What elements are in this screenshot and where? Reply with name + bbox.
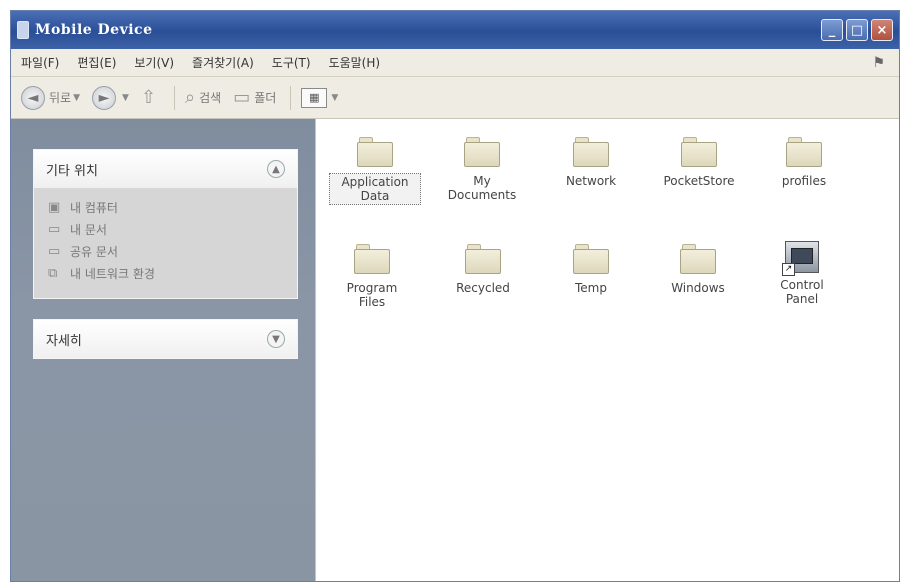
recycle-folder-icon: [465, 244, 501, 274]
folder-icon: [464, 137, 500, 167]
file-name: profiles: [781, 174, 827, 188]
menu-edit[interactable]: 편집(E): [71, 54, 128, 71]
link-my-computer[interactable]: ▣ 내 컴퓨터: [48, 196, 285, 218]
folder-network[interactable]: Network: [541, 137, 641, 189]
folder-icon: [573, 137, 609, 167]
documents-icon: ▭: [48, 221, 61, 237]
link-my-documents[interactable]: ▭ 내 문서: [48, 218, 285, 240]
folder-pocketstore[interactable]: PocketStore: [649, 137, 749, 189]
link-label: 내 컴퓨터: [70, 200, 118, 215]
folders-label: 폴더: [254, 91, 277, 105]
menu-favorites[interactable]: 즐겨찾기(A): [186, 54, 266, 71]
folder-profiles[interactable]: profiles: [754, 137, 854, 189]
file-name: My Documents: [447, 174, 517, 202]
folder-recycled[interactable]: Recycled: [433, 244, 533, 296]
up-arrow-icon: ⇧: [140, 87, 157, 108]
folder-icon: [786, 137, 822, 167]
menu-bar: 파일(F) 편집(E) 보기(V) 즐겨찾기(A) 도구(T) 도움말(H) ⚑: [11, 49, 899, 77]
collapse-chevron-icon[interactable]: ▲: [267, 160, 285, 178]
link-my-network[interactable]: ⧉ 내 네트워크 환경: [48, 262, 285, 284]
folder-icon: [573, 244, 609, 274]
back-button[interactable]: ◄ 뒤로 ▼: [21, 85, 81, 110]
folder-program-files[interactable]: Program Files: [322, 244, 422, 310]
views-button[interactable]: ▦ ▼: [301, 87, 339, 108]
maximize-button[interactable]: □: [846, 19, 868, 41]
toolbar: ◄ 뒤로 ▼ ► ▼ ⇧ ⌕ 검색 ▭ 폴더 ▦ ▼: [11, 77, 899, 119]
menu-view[interactable]: 보기(V): [128, 54, 186, 71]
search-button[interactable]: ⌕ 검색: [185, 87, 221, 108]
back-dropdown-icon: ▼: [73, 92, 81, 103]
toolbar-separator: [174, 85, 176, 110]
folders-icon: ▭: [233, 87, 251, 108]
network-icon: ⧉: [48, 265, 58, 281]
computer-icon: ▣: [48, 199, 61, 215]
file-name: Network: [565, 174, 617, 188]
forward-button[interactable]: ► ▼: [92, 85, 129, 110]
folder-my-documents[interactable]: My Documents: [432, 137, 532, 203]
window-title: Mobile Device: [35, 22, 153, 38]
mobile-device-icon: [17, 21, 29, 39]
search-label: 검색: [199, 91, 222, 105]
forward-arrow-icon: ►: [92, 85, 117, 110]
folder-icon: [357, 137, 393, 167]
details-panel: 자세히 ▼: [33, 319, 298, 359]
file-name: PocketStore: [663, 174, 735, 188]
task-pane: 기타 위치 ▲ ▣ 내 컴퓨터 ▭ 내 문서 ▭ 공유 문서 ⧉ 내 네트워크 …: [11, 119, 315, 581]
folder-icon: [681, 137, 717, 167]
file-name: Program Files: [346, 281, 398, 309]
search-icon: ⌕: [185, 87, 196, 108]
file-name: Application Data: [329, 173, 421, 205]
menu-help[interactable]: 도움말(H): [323, 54, 393, 71]
file-view: Application Data My Documents Network Po…: [315, 119, 899, 581]
expand-chevron-icon[interactable]: ▼: [267, 330, 285, 348]
file-name: Recycled: [456, 281, 510, 295]
link-label: 내 네트워크 환경: [70, 266, 155, 281]
other-places-panel: 기타 위치 ▲ ▣ 내 컴퓨터 ▭ 내 문서 ▭ 공유 문서 ⧉ 내 네트워크 …: [33, 149, 298, 299]
title-bar[interactable]: Mobile Device _ □ ×: [11, 11, 899, 49]
link-label: 공유 문서: [70, 244, 118, 259]
explorer-window: Mobile Device _ □ × 파일(F) 편집(E) 보기(V) 즐겨…: [10, 10, 900, 582]
menu-file[interactable]: 파일(F): [15, 54, 71, 71]
other-places-title: 기타 위치: [46, 163, 98, 179]
folder-icon: [354, 244, 390, 274]
file-name: Control Panel: [780, 278, 824, 306]
file-name: Windows: [671, 281, 725, 295]
up-folder-button[interactable]: ⇧: [141, 87, 160, 108]
folder-application-data[interactable]: Application Data: [325, 137, 425, 205]
shortcut-arrow-icon: ↗: [782, 263, 795, 276]
close-button[interactable]: ×: [871, 19, 893, 41]
link-shared-documents[interactable]: ▭ 공유 문서: [48, 240, 285, 262]
views-icon: ▦: [301, 87, 328, 108]
back-label: 뒤로: [49, 91, 72, 105]
minimize-button[interactable]: _: [821, 19, 843, 41]
toolbar-separator-2: [290, 85, 292, 110]
link-label: 내 문서: [70, 222, 107, 237]
views-dropdown-icon: ▼: [331, 92, 339, 103]
windows-flag-icon: ⚑: [872, 54, 885, 71]
details-title: 자세히: [46, 333, 82, 349]
folder-temp[interactable]: Temp: [541, 244, 641, 296]
folders-button[interactable]: ▭ 폴더: [233, 87, 276, 108]
file-name: Temp: [575, 281, 607, 295]
folder-icon: [680, 244, 716, 274]
control-panel-icon: ↗: [782, 241, 819, 276]
forward-dropdown-icon: ▼: [122, 92, 129, 103]
other-places-links: ▣ 내 컴퓨터 ▭ 내 문서 ▭ 공유 문서 ⧉ 내 네트워크 환경: [34, 188, 297, 298]
shortcut-control-panel[interactable]: ↗ Control Panel: [752, 241, 852, 307]
back-arrow-icon: ◄: [21, 85, 45, 110]
menu-tools[interactable]: 도구(T): [266, 54, 323, 71]
other-places-header[interactable]: 기타 위치 ▲: [34, 150, 297, 188]
shared-folder-icon: ▭: [48, 243, 61, 259]
details-header[interactable]: 자세히 ▼: [34, 320, 297, 358]
content-area: 기타 위치 ▲ ▣ 내 컴퓨터 ▭ 내 문서 ▭ 공유 문서 ⧉ 내 네트워크 …: [11, 119, 899, 581]
folder-windows[interactable]: Windows: [648, 244, 748, 296]
